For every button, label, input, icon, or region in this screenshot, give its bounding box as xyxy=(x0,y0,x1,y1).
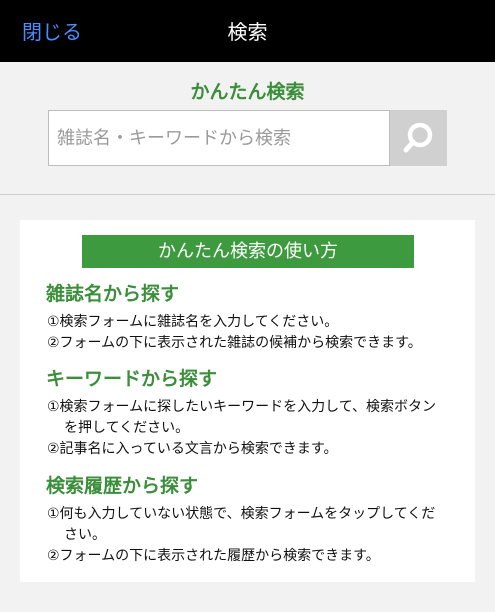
page-title: 検索 xyxy=(227,20,268,44)
section-title-history: 検索履歴から探す xyxy=(46,475,199,497)
search-icon xyxy=(403,122,433,153)
section-title-keyword: キーワードから探す xyxy=(46,368,218,390)
help-line: ①検索フォームに雑誌名を入力してください。 xyxy=(47,314,339,330)
help-line: ②記事名に入っている文言から検索できます。 xyxy=(47,441,338,457)
help-line: ②フォームの下に表示された履歴から検索できます。 xyxy=(47,548,380,564)
help-line: ①検索フォームに探したいキーワードを入力して、検索ボタン xyxy=(47,399,437,415)
nav-header: 閉じる 検索 xyxy=(0,0,495,62)
search-heading: かんたん検索 xyxy=(190,81,305,103)
help-card: かんたん検索の使い方 雑誌名から探す ①検索フォームに雑誌名を入力してください。… xyxy=(20,220,475,582)
help-banner: かんたん検索の使い方 xyxy=(82,235,414,268)
help-line: ①何も入力していない状態で、検索フォームをタップしてくだ xyxy=(47,506,436,522)
search-button[interactable] xyxy=(390,110,447,166)
search-area: かんたん検索 xyxy=(0,62,495,195)
help-line: を押してください。 xyxy=(64,420,190,436)
section-title-magazine: 雑誌名から探す xyxy=(46,283,180,305)
search-input[interactable] xyxy=(48,110,390,166)
help-line: ②フォームの下に表示された雑誌の候補から検索できます。 xyxy=(47,335,422,351)
help-line: さい。 xyxy=(64,527,106,543)
